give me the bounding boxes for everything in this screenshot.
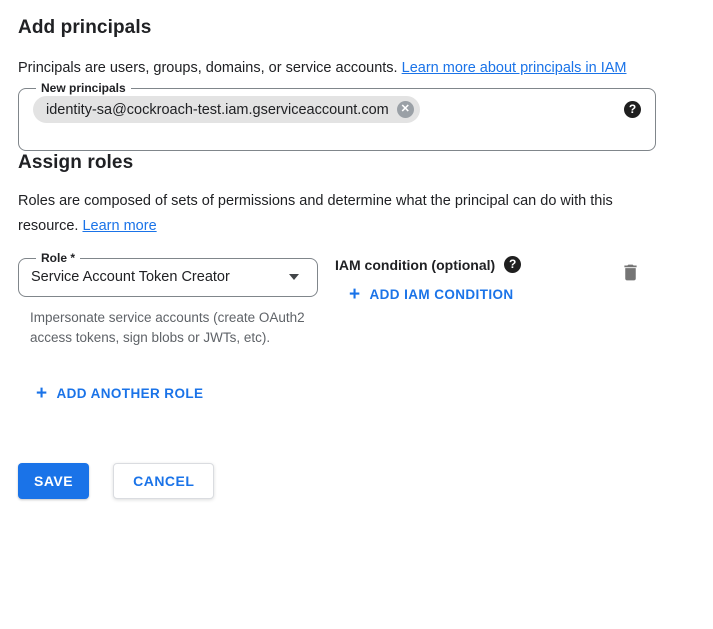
page-title: Add principals	[18, 16, 695, 40]
principals-description: Principals are users, groups, domains, o…	[18, 56, 670, 81]
add-iam-condition-label: ADD IAM CONDITION	[370, 287, 514, 302]
assign-roles-title: Assign roles	[18, 151, 695, 175]
iam-condition-column: IAM condition (optional) ? + ADD IAM CON…	[335, 251, 522, 308]
iam-condition-label-row: IAM condition (optional) ?	[335, 256, 522, 273]
help-icon[interactable]: ?	[504, 256, 521, 273]
close-icon[interactable]: ✕	[397, 101, 414, 118]
add-iam-condition-button[interactable]: + ADD IAM CONDITION	[341, 281, 522, 308]
role-selected-value: Service Account Token Creator	[31, 269, 230, 285]
plus-icon: +	[349, 288, 361, 302]
add-another-role-button[interactable]: + ADD ANOTHER ROLE	[28, 380, 211, 407]
principal-chip: identity-sa@cockroach-test.iam.gservicea…	[33, 96, 420, 123]
roles-description: Roles are composed of sets of permission…	[18, 189, 630, 239]
plus-icon: +	[36, 387, 48, 401]
learn-more-principals-link[interactable]: Learn more about principals in IAM	[402, 60, 627, 76]
principals-description-text: Principals are users, groups, domains, o…	[18, 60, 398, 76]
role-select-content: Service Account Token Creator	[31, 265, 305, 296]
save-button[interactable]: SAVE	[18, 463, 89, 499]
add-another-role-row: + ADD ANOTHER ROLE	[18, 380, 695, 407]
principal-chip-text: identity-sa@cockroach-test.iam.gservicea…	[46, 102, 389, 118]
arrow-drop-down-icon	[289, 274, 299, 280]
role-helper-text: Impersonate service accounts (create OAu…	[30, 308, 315, 348]
delete-role-button[interactable]	[620, 262, 641, 283]
add-principals-panel: Add principals Principals are users, gro…	[0, 0, 713, 629]
cancel-button[interactable]: CANCEL	[113, 463, 214, 499]
add-another-role-label: ADD ANOTHER ROLE	[57, 386, 204, 401]
role-column: Role * Service Account Token Creator Imp…	[18, 251, 318, 348]
new-principals-field[interactable]: New principals identity-sa@cockroach-tes…	[18, 81, 656, 151]
role-row: Role * Service Account Token Creator Imp…	[18, 251, 695, 348]
learn-more-roles-link[interactable]: Learn more	[82, 218, 156, 234]
help-icon[interactable]: ?	[624, 101, 641, 118]
trash-icon	[620, 262, 641, 283]
actions-row: SAVE CANCEL	[18, 463, 695, 499]
role-select[interactable]: Role * Service Account Token Creator	[18, 251, 318, 297]
new-principals-content: identity-sa@cockroach-test.iam.gservicea…	[31, 95, 643, 137]
role-label: Role *	[36, 251, 80, 265]
iam-condition-label: IAM condition (optional)	[335, 257, 495, 273]
new-principals-label: New principals	[36, 81, 131, 95]
